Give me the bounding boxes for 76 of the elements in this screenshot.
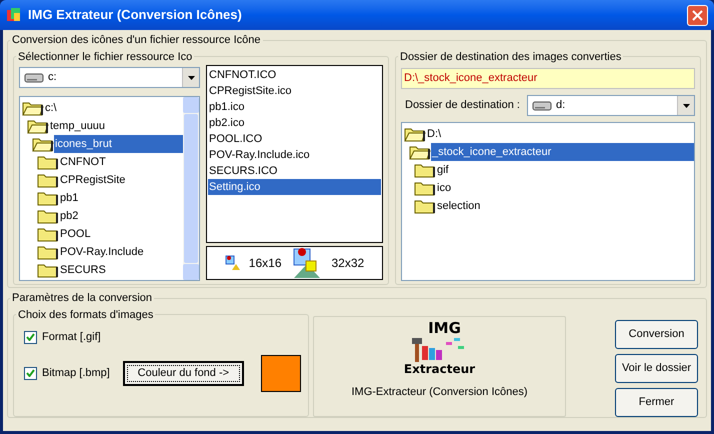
open-folder-icon xyxy=(404,126,426,142)
open-folder-icon xyxy=(32,136,54,152)
checkbox[interactable] xyxy=(24,366,37,380)
drive-icon xyxy=(532,100,552,112)
folder-icon xyxy=(37,172,59,188)
action-button[interactable]: Voir le dossier xyxy=(615,354,698,382)
logo-caption: IMG-Extracteur (Conversion Icônes) xyxy=(351,384,528,400)
drive-dropdown[interactable]: d: xyxy=(526,95,695,116)
logo-subtitle: Extracteur xyxy=(404,362,476,376)
file-item[interactable]: pb1.ico xyxy=(208,99,381,115)
check-icon xyxy=(26,333,35,342)
file-item[interactable]: Setting.ico xyxy=(208,179,381,195)
folder-icon xyxy=(414,180,436,196)
open-folder-icon xyxy=(409,144,431,160)
group-title: Conversion des icônes d'un fichier ressource Icône xyxy=(11,33,262,48)
file-item[interactable]: SECURS.ICO xyxy=(208,163,381,179)
dropdown-button[interactable] xyxy=(677,96,694,115)
group-title: Choix des formats d'images xyxy=(17,308,154,322)
path-field[interactable]: D:\_stock_icone_extracteur xyxy=(401,68,695,89)
size-label: 16x16 xyxy=(248,255,282,272)
folder-item[interactable]: temp_uuuu xyxy=(49,117,183,135)
close-icon xyxy=(692,10,703,20)
folder-item[interactable]: D:\ xyxy=(426,125,694,143)
destination-label: Dossier de destination : xyxy=(404,98,521,114)
folder-item[interactable]: pb1 xyxy=(59,189,183,207)
check-icon xyxy=(26,369,35,377)
drive-icon xyxy=(24,72,44,84)
scrollbar[interactable] xyxy=(183,97,199,280)
group-title: Dossier de destination des images converties xyxy=(399,50,622,64)
folder-icon xyxy=(37,190,59,206)
folder-item[interactable]: gif xyxy=(436,161,694,179)
folder-item[interactable]: POV-Ray.Include xyxy=(59,243,183,261)
folder-item[interactable]: SECURS xyxy=(59,261,183,279)
folder-item[interactable]: CNFNOT xyxy=(59,153,183,171)
folder-item[interactable]: _stock_icone_extracteur xyxy=(431,143,694,161)
file-item[interactable]: CPRegistSite.ico xyxy=(208,83,381,99)
window-title: IMG Extrateur (Conversion Icônes) xyxy=(28,6,243,24)
drive-value: d: xyxy=(556,98,566,114)
checkbox-label: Format [.gif] xyxy=(42,330,101,345)
folder-icon xyxy=(37,154,59,170)
folder-icon xyxy=(414,198,436,214)
action-button[interactable]: Fermer xyxy=(615,388,698,416)
folder-icon xyxy=(37,208,59,224)
folder-item[interactable]: pb2 xyxy=(59,207,183,225)
caret-icon xyxy=(682,104,690,108)
folder-icon xyxy=(37,226,59,242)
folder-item[interactable]: CPRegistSite xyxy=(59,171,183,189)
group-title: Paramètres de la conversion xyxy=(11,291,154,306)
file-item[interactable]: pb2.ico xyxy=(208,115,381,131)
size-label: 32x32 xyxy=(332,255,364,272)
file-item[interactable]: POV-Ray.Include.ico xyxy=(208,147,381,163)
folder-item[interactable]: selection xyxy=(436,197,694,215)
background-color-button[interactable]: Couleur du fond -> xyxy=(122,360,244,386)
small-icon-preview xyxy=(224,255,241,271)
file-item[interactable]: CNFNOT.ICO xyxy=(208,67,381,83)
checkbox[interactable] xyxy=(24,330,37,344)
close-button[interactable] xyxy=(687,4,708,26)
group-title: Sélectionner le fichier ressource Ico xyxy=(17,50,194,64)
file-item[interactable]: POOL.ICO xyxy=(208,131,381,147)
open-folder-icon xyxy=(27,118,49,134)
folder-item[interactable]: POOL xyxy=(59,225,183,243)
checkbox-label: Bitmap [.bmp] xyxy=(42,366,110,381)
dropdown-button[interactable] xyxy=(182,68,199,87)
action-button[interactable]: Conversion xyxy=(615,320,698,348)
caret-icon xyxy=(188,76,194,80)
app-icon xyxy=(6,7,22,23)
folder-icon xyxy=(414,162,436,178)
folder-item[interactable]: ico xyxy=(436,179,694,197)
drive-dropdown[interactable]: c: xyxy=(19,67,200,88)
folder-icon xyxy=(37,244,59,260)
folder-item[interactable]: icones_brut xyxy=(54,135,183,153)
logo-title: IMG xyxy=(428,320,461,336)
drive-value: c: xyxy=(48,70,57,86)
folder-icon xyxy=(37,262,59,278)
folder-item[interactable]: c:\ xyxy=(44,99,183,117)
open-folder-icon xyxy=(22,100,44,116)
